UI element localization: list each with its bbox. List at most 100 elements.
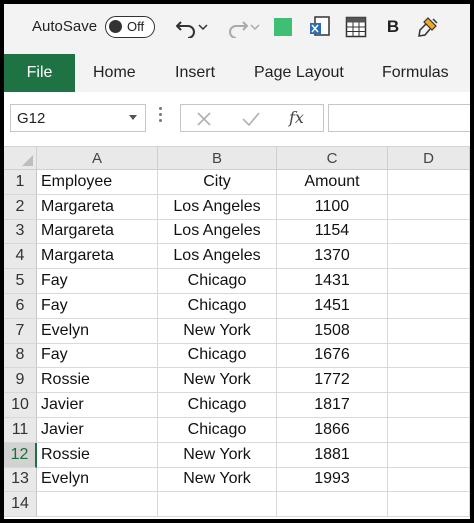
cell-b14[interactable] bbox=[158, 492, 277, 518]
row-header[interactable]: 14 bbox=[4, 492, 37, 518]
cell-b13[interactable]: New York bbox=[158, 467, 277, 493]
cell-b1[interactable]: City bbox=[158, 170, 277, 195]
table-button[interactable] bbox=[342, 14, 370, 40]
cell-b3[interactable]: Los Angeles bbox=[158, 219, 277, 245]
cell-d3[interactable] bbox=[388, 219, 470, 245]
cell-a8[interactable]: Fay bbox=[37, 343, 158, 369]
cell-a14[interactable] bbox=[37, 492, 158, 518]
cell-b7[interactable]: New York bbox=[158, 318, 277, 344]
cell-a13[interactable]: Evelyn bbox=[37, 467, 158, 493]
cell-c1[interactable]: Amount bbox=[277, 170, 388, 195]
quick-access-toolbar: AutoSave Off B bbox=[4, 4, 470, 50]
cell-c6[interactable]: 1451 bbox=[277, 294, 388, 319]
insert-function-button[interactable]: fx bbox=[289, 108, 304, 127]
more-options-icon[interactable] bbox=[157, 107, 163, 127]
cell-d13[interactable] bbox=[388, 467, 470, 493]
name-box[interactable]: G12 bbox=[10, 104, 146, 132]
cell-a6[interactable]: Fay bbox=[37, 294, 158, 319]
cancel-icon[interactable] bbox=[195, 110, 213, 133]
row-header[interactable]: 10 bbox=[4, 393, 37, 418]
cell-b5[interactable]: Chicago bbox=[158, 269, 277, 294]
cell-b10[interactable]: Chicago bbox=[158, 393, 277, 418]
cell-d12[interactable] bbox=[388, 442, 470, 468]
cell-a1[interactable]: Employee bbox=[37, 170, 158, 195]
cell-c9[interactable]: 1772 bbox=[277, 368, 388, 394]
cell-c5[interactable]: 1431 bbox=[277, 269, 388, 294]
tab-page-layout[interactable]: Page Layout bbox=[254, 64, 344, 82]
enter-icon[interactable] bbox=[241, 110, 261, 133]
cell-d7[interactable] bbox=[388, 318, 470, 344]
cell-b4[interactable]: Los Angeles bbox=[158, 244, 277, 270]
row-header[interactable]: 7 bbox=[4, 318, 37, 344]
row-header[interactable]: 13 bbox=[4, 467, 37, 493]
row-header[interactable]: 1 bbox=[4, 170, 37, 195]
bold-button[interactable]: B bbox=[380, 14, 406, 40]
cell-c11[interactable]: 1866 bbox=[277, 418, 388, 443]
cell-c13[interactable]: 1993 bbox=[277, 467, 388, 493]
cell-a10[interactable]: Javier bbox=[37, 393, 158, 418]
cell-a12[interactable]: Rossie bbox=[37, 442, 158, 468]
cell-c14[interactable] bbox=[277, 492, 388, 518]
cell-d4[interactable] bbox=[388, 244, 470, 270]
tab-insert[interactable]: Insert bbox=[175, 64, 215, 82]
cell-a11[interactable]: Javier bbox=[37, 418, 158, 443]
cell-d11[interactable] bbox=[388, 418, 470, 443]
cell-c7[interactable]: 1508 bbox=[277, 318, 388, 344]
cell-c3[interactable]: 1154 bbox=[277, 219, 388, 245]
undo-button[interactable] bbox=[170, 14, 212, 40]
formula-input[interactable] bbox=[328, 104, 470, 132]
cell-d10[interactable] bbox=[388, 393, 470, 418]
tab-home[interactable]: Home bbox=[93, 64, 136, 82]
cell-a2[interactable]: Margareta bbox=[37, 194, 158, 220]
row-header[interactable]: 11 bbox=[4, 418, 37, 443]
column-header-a[interactable]: A bbox=[37, 147, 158, 170]
cell-d6[interactable] bbox=[388, 294, 470, 319]
cell-b11[interactable]: Chicago bbox=[158, 418, 277, 443]
cell-c4[interactable]: 1370 bbox=[277, 244, 388, 270]
cell-b9[interactable]: New York bbox=[158, 368, 277, 394]
column-header-d[interactable]: D bbox=[388, 147, 470, 170]
cell-c12[interactable]: 1881 bbox=[277, 442, 388, 468]
ribbon-tabs: File Home Insert Page Layout Formulas bbox=[4, 50, 470, 92]
row-header[interactable]: 12 bbox=[4, 442, 37, 468]
cell-a5[interactable]: Fay bbox=[37, 269, 158, 294]
document-button[interactable] bbox=[306, 14, 334, 40]
row-header[interactable]: 5 bbox=[4, 269, 37, 294]
autosave-toggle[interactable]: Off bbox=[105, 16, 155, 38]
row-header[interactable]: 3 bbox=[4, 219, 37, 245]
cell-b8[interactable]: Chicago bbox=[158, 343, 277, 369]
cell-a9[interactable]: Rossie bbox=[37, 368, 158, 394]
chevron-down-icon[interactable] bbox=[129, 115, 137, 120]
cell-d5[interactable] bbox=[388, 269, 470, 294]
worksheet-grid[interactable]: A B C D 1 Employee City Amount 2 Margareta Los Ang… bbox=[4, 146, 470, 519]
row-header[interactable]: 2 bbox=[4, 194, 37, 220]
column-header-c[interactable]: C bbox=[277, 147, 388, 170]
cell-d14[interactable] bbox=[388, 492, 470, 518]
cell-d2[interactable] bbox=[388, 194, 470, 220]
cell-d8[interactable] bbox=[388, 343, 470, 369]
cell-c8[interactable]: 1676 bbox=[277, 343, 388, 369]
row-header[interactable]: 6 bbox=[4, 294, 37, 319]
cell-a7[interactable]: Evelyn bbox=[37, 318, 158, 344]
format-painter-button[interactable] bbox=[414, 14, 442, 40]
row-header[interactable]: 9 bbox=[4, 368, 37, 394]
cell-c2[interactable]: 1100 bbox=[277, 194, 388, 220]
row-header[interactable]: 4 bbox=[4, 244, 37, 270]
tab-file[interactable]: File bbox=[4, 54, 75, 92]
cell-a4[interactable]: Margareta bbox=[37, 244, 158, 270]
cell-b2[interactable]: Los Angeles bbox=[158, 194, 277, 220]
tab-formulas[interactable]: Formulas bbox=[382, 64, 449, 82]
cell-b6[interactable]: Chicago bbox=[158, 294, 277, 319]
cell-a3[interactable]: Margareta bbox=[37, 219, 158, 245]
column-header-b[interactable]: B bbox=[158, 147, 277, 170]
redo-button[interactable] bbox=[222, 14, 264, 40]
cell-c10[interactable]: 1817 bbox=[277, 393, 388, 418]
toggle-state-label: Off bbox=[127, 19, 145, 34]
cell-d9[interactable] bbox=[388, 368, 470, 394]
cell-b12[interactable]: New York bbox=[158, 442, 277, 468]
toggle-knob bbox=[109, 20, 122, 33]
cell-d1[interactable] bbox=[388, 170, 470, 195]
save-button[interactable] bbox=[270, 14, 296, 40]
row-header[interactable]: 8 bbox=[4, 343, 37, 369]
select-all-button[interactable] bbox=[4, 147, 37, 170]
